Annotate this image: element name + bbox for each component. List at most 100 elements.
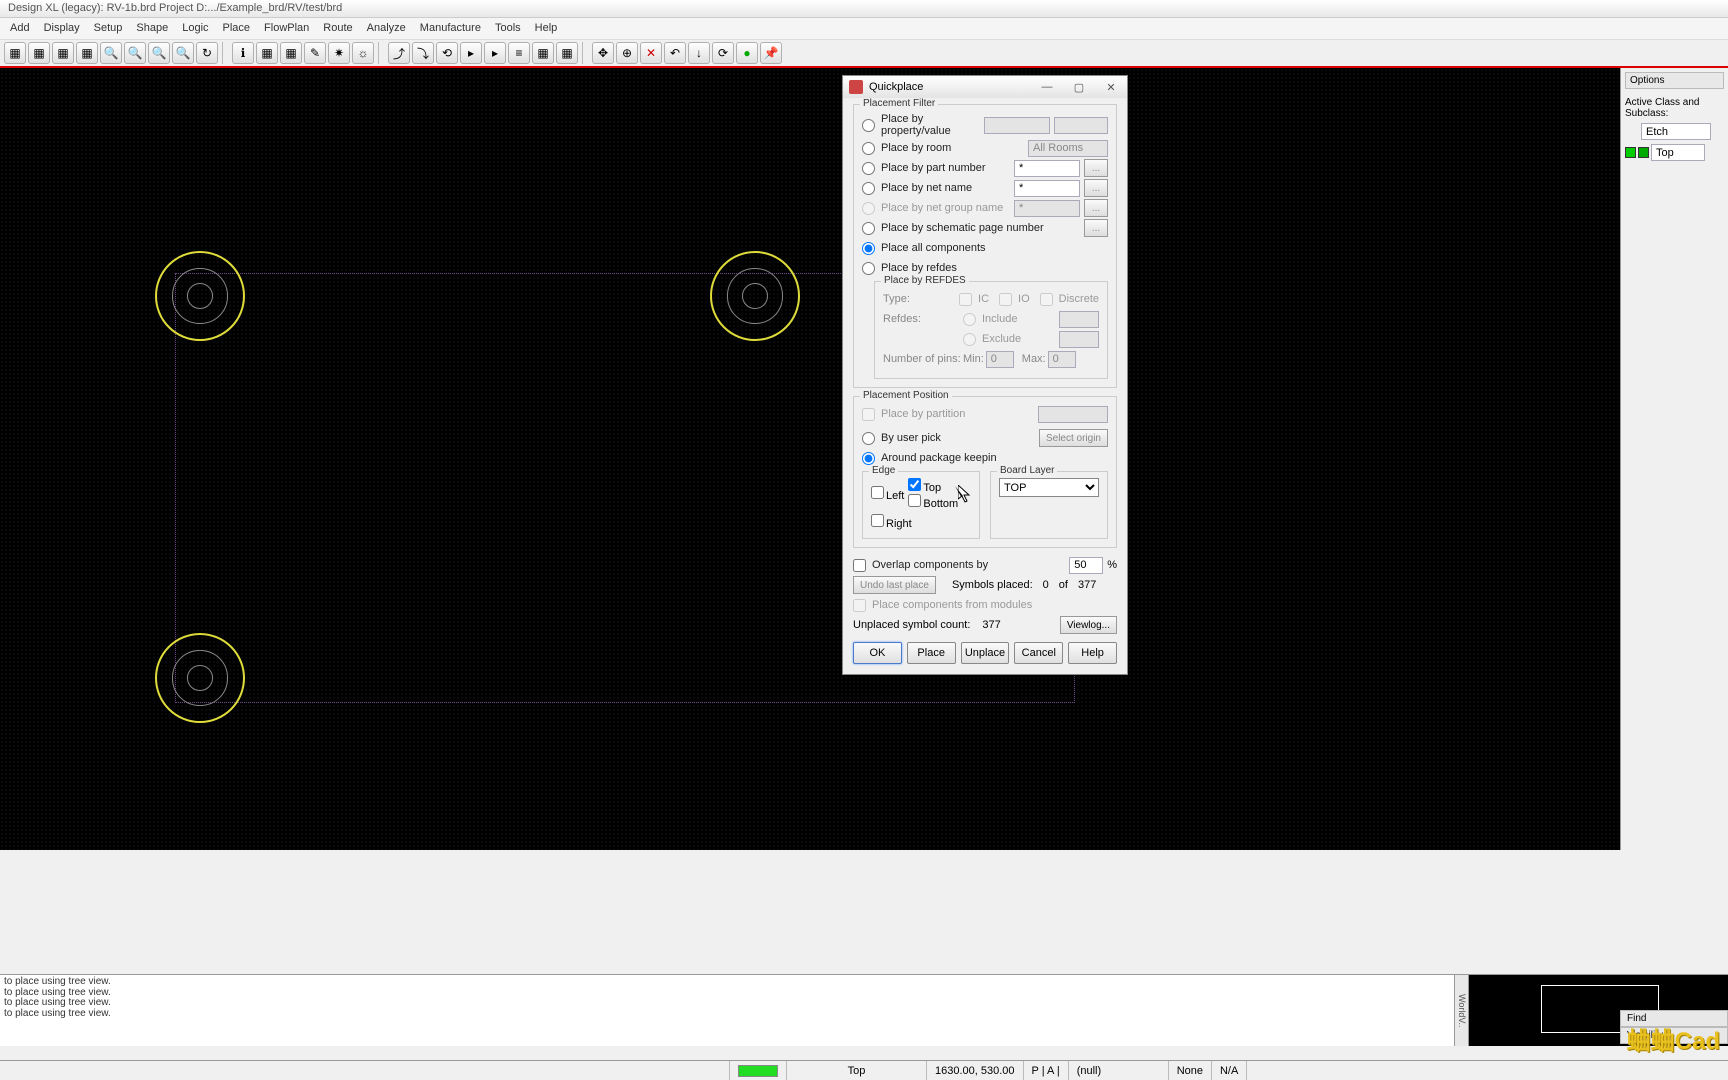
menu-setup[interactable]: Setup: [94, 22, 123, 35]
room-input: [1028, 140, 1108, 157]
maximize-icon[interactable]: ▢: [1069, 81, 1089, 94]
unplace-button[interactable]: Unplace: [961, 642, 1010, 664]
status-coords: 1630.00, 530.00: [927, 1061, 1024, 1080]
menu-place[interactable]: Place: [223, 22, 251, 35]
class-input[interactable]: [1641, 123, 1711, 140]
tool-icon[interactable]: ▦: [76, 42, 98, 64]
layer-color[interactable]: [1638, 147, 1649, 158]
tool-icon[interactable]: ⤴: [388, 42, 410, 64]
redraw-icon[interactable]: ↻: [196, 42, 218, 64]
via-pad[interactable]: [155, 633, 245, 723]
tool-icon[interactable]: ⊕: [616, 42, 638, 64]
browse-button[interactable]: ...: [1084, 179, 1108, 197]
board-layer-group: Board Layer TOP: [990, 471, 1108, 539]
total-count: 377: [1078, 579, 1096, 591]
tool-icon[interactable]: ↓: [688, 42, 710, 64]
propval-input: [984, 117, 1050, 134]
via-pad[interactable]: [710, 251, 800, 341]
via-pad[interactable]: [155, 251, 245, 341]
check-top[interactable]: Top: [908, 478, 958, 494]
radio-prop-value[interactable]: Place by property/value: [862, 113, 984, 137]
command-log-panel: to place using tree view. to place using…: [0, 974, 1728, 1046]
tool-icon[interactable]: ☼: [352, 42, 374, 64]
tool-icon[interactable]: ▦: [256, 42, 278, 64]
radio-exclude: Exclude: [963, 333, 1059, 346]
undo-icon[interactable]: ↶: [664, 42, 686, 64]
minimize-icon[interactable]: —: [1037, 81, 1057, 94]
tool-icon[interactable]: ▦: [280, 42, 302, 64]
menu-manufacture[interactable]: Manufacture: [420, 22, 481, 35]
status-pa: P | A |: [1024, 1061, 1069, 1080]
radio-around-keepin[interactable]: Around package keepin: [862, 452, 1108, 465]
worldview-tab[interactable]: WorldV..: [1455, 990, 1468, 1032]
zoom-out-icon[interactable]: 🔍: [148, 42, 170, 64]
tool-icon[interactable]: ✎: [304, 42, 326, 64]
radio-include: Include: [963, 313, 1059, 326]
toolbar: ▦ ▦ ▦ ▦ 🔍 🔍 🔍 🔍 ↻ ℹ ▦ ▦ ✎ ✷ ☼ ⤴ ⤵ ⟲ ▸ ▸ …: [0, 40, 1728, 68]
tool-icon[interactable]: ⤵: [412, 42, 434, 64]
tool-icon[interactable]: ▦: [4, 42, 26, 64]
tool-icon[interactable]: ▦: [556, 42, 578, 64]
browse-button[interactable]: ...: [1084, 159, 1108, 177]
zoom-in-icon[interactable]: 🔍: [100, 42, 122, 64]
menu-help[interactable]: Help: [535, 22, 558, 35]
menu-display[interactable]: Display: [44, 22, 80, 35]
tool-icon[interactable]: ▦: [28, 42, 50, 64]
place-button[interactable]: Place: [907, 642, 956, 664]
viewlog-button[interactable]: Viewlog...: [1060, 616, 1117, 634]
tool-icon[interactable]: ⟳: [712, 42, 734, 64]
radio-refdes[interactable]: Place by refdes: [862, 262, 1108, 275]
app-icon: [849, 80, 863, 94]
menu-logic[interactable]: Logic: [182, 22, 208, 35]
check-right[interactable]: Right: [871, 514, 912, 530]
dialog-titlebar[interactable]: Quickplace — ▢ ✕: [843, 76, 1127, 98]
close-icon[interactable]: ✕: [1101, 81, 1121, 94]
design-canvas[interactable]: [0, 68, 1620, 850]
check-ic: IC: [959, 293, 989, 306]
pin-icon[interactable]: 📌: [760, 42, 782, 64]
placement-position-group: Placement Position Place by partition By…: [853, 396, 1117, 548]
tool-icon[interactable]: ℹ: [232, 42, 254, 64]
radio-schematic-page[interactable]: Place by schematic page number: [862, 222, 1084, 235]
overlap-input[interactable]: [1069, 557, 1103, 574]
menu-tools[interactable]: Tools: [495, 22, 521, 35]
radio-room[interactable]: Place by room: [862, 142, 1028, 155]
zoom-fit-icon[interactable]: 🔍: [172, 42, 194, 64]
radio-all-components[interactable]: Place all components: [862, 242, 1108, 255]
radio-part-number[interactable]: Place by part number: [862, 162, 1014, 175]
dialog-title: Quickplace: [869, 81, 923, 93]
visibility-color[interactable]: [1625, 147, 1636, 158]
tool-icon[interactable]: ▦: [52, 42, 74, 64]
check-overlap[interactable]: Overlap components by: [853, 559, 1065, 572]
tool-icon[interactable]: ✷: [328, 42, 350, 64]
ok-button[interactable]: OK: [853, 642, 902, 664]
partnum-input[interactable]: [1014, 160, 1080, 177]
tool-icon[interactable]: ▸: [484, 42, 506, 64]
radio-user-pick[interactable]: By user pick: [862, 432, 1039, 445]
menu-route[interactable]: Route: [323, 22, 352, 35]
menu-flowplan[interactable]: FlowPlan: [264, 22, 309, 35]
menu-analyze[interactable]: Analyze: [367, 22, 406, 35]
help-button[interactable]: Help: [1068, 642, 1117, 664]
status-null: (null): [1069, 1061, 1169, 1080]
zoom-icon[interactable]: 🔍: [124, 42, 146, 64]
tool-icon[interactable]: ▦: [532, 42, 554, 64]
board-layer-select[interactable]: TOP: [999, 478, 1099, 497]
subclass-input[interactable]: [1651, 144, 1705, 161]
netname-input[interactable]: [1014, 180, 1080, 197]
check-from-modules: Place components from modules: [853, 599, 1117, 612]
cancel-button[interactable]: Cancel: [1014, 642, 1063, 664]
tool-icon[interactable]: ⟲: [436, 42, 458, 64]
radio-net-name[interactable]: Place by net name: [862, 182, 1014, 195]
title-bar: Design XL (legacy): RV-1b.brd Project D:…: [0, 0, 1728, 18]
menu-add[interactable]: Add: [10, 22, 30, 35]
tool-icon[interactable]: ≡: [508, 42, 530, 64]
delete-icon[interactable]: ✕: [640, 42, 662, 64]
check-bottom[interactable]: Bottom: [908, 494, 958, 510]
tool-icon[interactable]: ▸: [460, 42, 482, 64]
menu-shape[interactable]: Shape: [136, 22, 168, 35]
options-tab[interactable]: Options: [1625, 72, 1724, 89]
check-left[interactable]: Left: [871, 486, 904, 502]
tool-icon[interactable]: ✥: [592, 42, 614, 64]
drc-icon[interactable]: ●: [736, 42, 758, 64]
